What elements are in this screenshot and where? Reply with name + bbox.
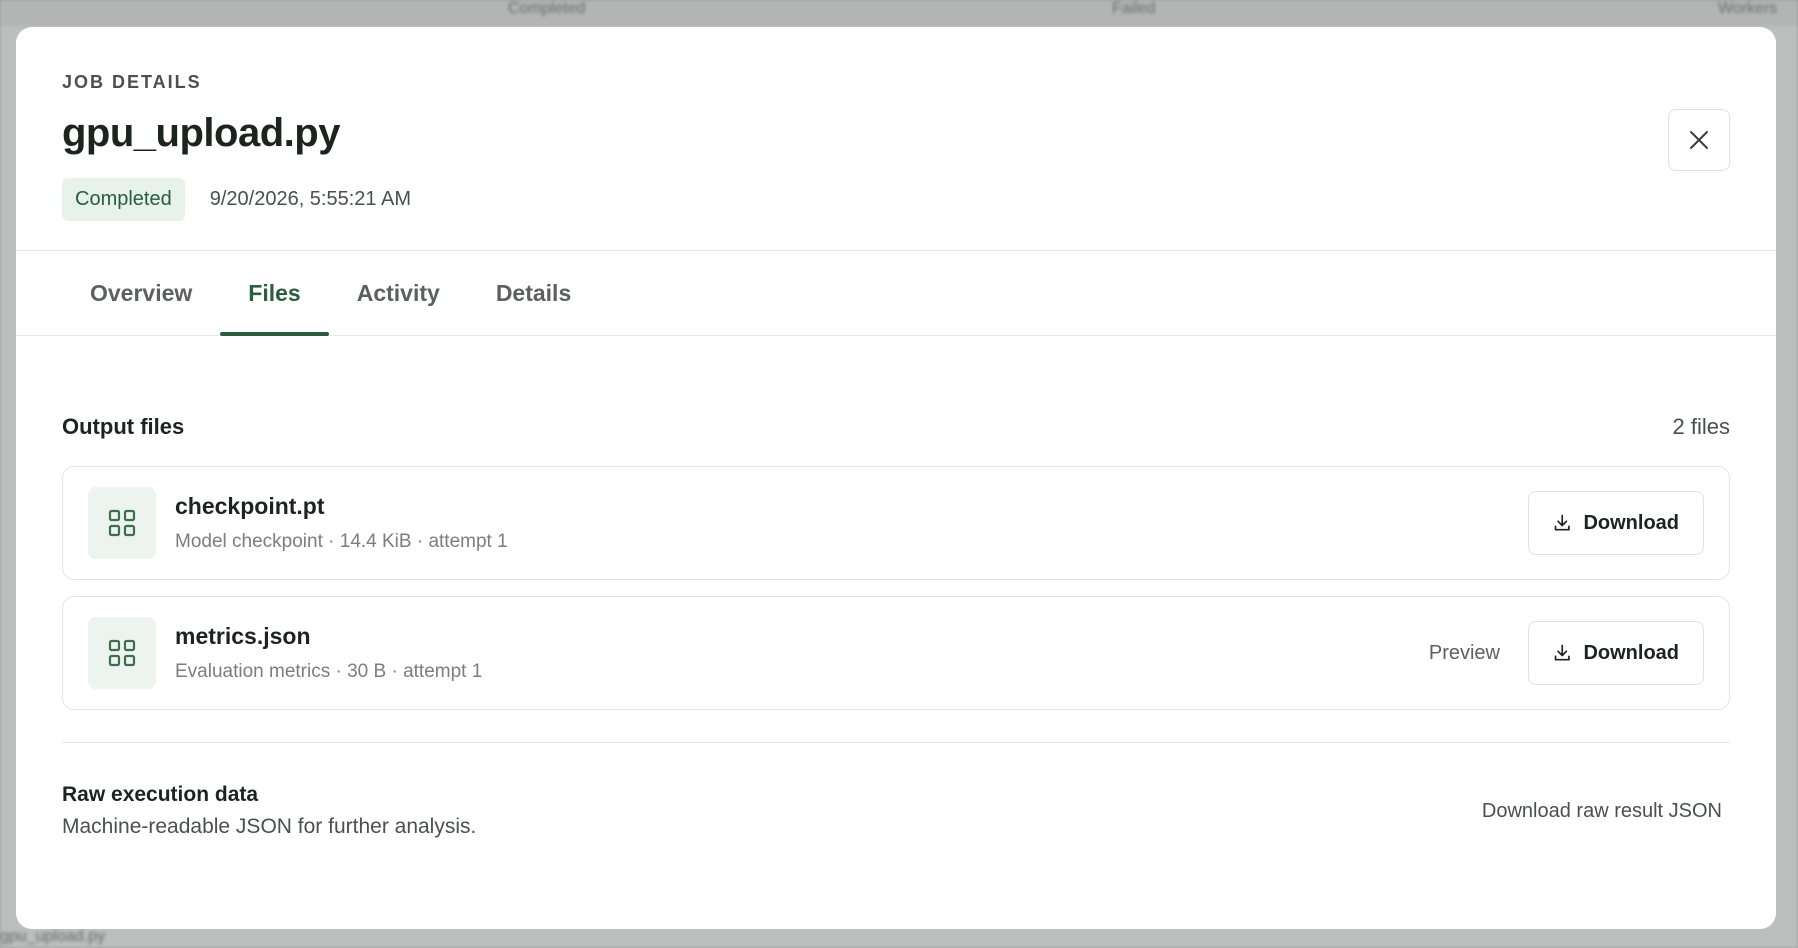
background-job-name: gpu_upload.py xyxy=(0,928,105,945)
file-list: checkpoint.pt Model checkpoint · 14.4 Ki… xyxy=(62,466,1730,710)
file-grid-icon xyxy=(88,617,156,689)
tab-files[interactable]: Files xyxy=(220,251,330,336)
tab-bar: Overview Files Activity Details xyxy=(16,251,1776,336)
section-title: Output files xyxy=(62,414,185,439)
tab-details[interactable]: Details xyxy=(468,251,599,335)
background-workers: Workers xyxy=(1718,0,1778,17)
job-details-modal: JOB DETAILS gpu_upload.py Completed 9/20… xyxy=(16,27,1776,929)
background-status-failed: Failed xyxy=(1112,0,1156,17)
file-meta: Model checkpoint · 14.4 KiB · attempt 1 xyxy=(175,531,508,552)
download-label: Download xyxy=(1583,641,1679,664)
file-count: 2 files xyxy=(1672,414,1730,439)
background-status-completed: Completed xyxy=(508,0,586,17)
file-info: checkpoint.pt Model checkpoint · 14.4 Ki… xyxy=(175,493,1528,553)
modal-eyebrow: JOB DETAILS xyxy=(62,72,202,92)
file-grid-icon xyxy=(88,487,156,559)
files-content: Output files 2 files checkpoint.pt Model… xyxy=(16,414,1776,839)
section-divider xyxy=(62,742,1730,743)
raw-data-text: Raw execution data Machine-readable JSON… xyxy=(62,783,476,839)
tab-overview[interactable]: Overview xyxy=(62,251,220,335)
meta-row: Completed 9/20/2026, 5:55:21 AM xyxy=(62,178,1730,221)
background-topbar xyxy=(0,0,1798,26)
download-icon xyxy=(1554,644,1570,661)
download-raw-json-link[interactable]: Download raw result JSON xyxy=(1482,800,1722,823)
timestamp: 9/20/2026, 5:55:21 AM xyxy=(209,188,411,210)
download-label: Download xyxy=(1583,511,1679,534)
tab-activity[interactable]: Activity xyxy=(329,251,468,335)
download-button[interactable]: Download xyxy=(1528,491,1704,555)
status-badge: Completed xyxy=(62,178,185,221)
page-title: gpu_upload.py xyxy=(62,111,340,155)
close-icon xyxy=(1690,131,1708,149)
file-meta: Evaluation metrics · 30 B · attempt 1 xyxy=(175,661,483,682)
preview-link[interactable]: Preview xyxy=(1429,642,1500,665)
close-button[interactable] xyxy=(1668,109,1730,171)
raw-data-section: Raw execution data Machine-readable JSON… xyxy=(62,783,1730,839)
raw-data-title: Raw execution data xyxy=(62,783,259,806)
file-row-metrics: metrics.json Evaluation metrics · 30 B ·… xyxy=(62,596,1730,710)
download-icon xyxy=(1554,514,1570,531)
file-name: checkpoint.pt xyxy=(175,493,325,519)
download-button[interactable]: Download xyxy=(1528,621,1704,685)
file-row-checkpoint: checkpoint.pt Model checkpoint · 14.4 Ki… xyxy=(62,466,1730,580)
modal-header: JOB DETAILS gpu_upload.py Completed 9/20… xyxy=(16,27,1776,251)
raw-data-description: Machine-readable JSON for further analys… xyxy=(62,815,477,838)
file-info: metrics.json Evaluation metrics · 30 B ·… xyxy=(175,623,1429,683)
section-header: Output files 2 files xyxy=(62,414,1730,440)
file-name: metrics.json xyxy=(175,623,311,649)
